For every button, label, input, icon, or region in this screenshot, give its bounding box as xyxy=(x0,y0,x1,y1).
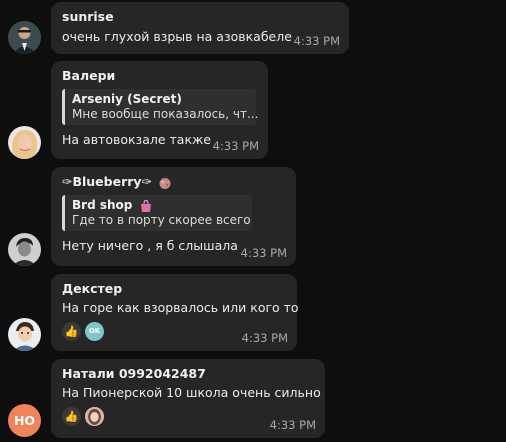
avatar-photo-icon xyxy=(8,21,41,54)
reply-author-row: Brd shop xyxy=(72,198,244,213)
message-bubble[interactable]: Декстер На горе как взорвалось или кого … xyxy=(51,274,299,351)
reply-author: Brd shop xyxy=(72,198,133,212)
reply-author: Arseniy (Secret) xyxy=(72,92,182,106)
face-reaction[interactable] xyxy=(85,407,104,426)
message-bubble[interactable]: ✑Blueberry✑ Brd shop Где то в порту скор… xyxy=(51,167,296,266)
thumbs-up-reaction[interactable]: 👍 xyxy=(62,322,81,341)
avatar-reaction-icon xyxy=(85,407,104,426)
message-time: 4:33 PM xyxy=(293,34,340,48)
message-bubble[interactable]: sunrise очень глухой взрыв на азовкабеле… xyxy=(51,2,349,54)
message-bubble[interactable]: Натали 0992042487 На Пионерской 10 школа… xyxy=(51,359,325,438)
message-text: На горе как взорвалось или кого то xyxy=(62,300,299,315)
ok-reaction[interactable]: OK xyxy=(85,322,104,341)
avatar[interactable] xyxy=(8,21,41,54)
avatar[interactable] xyxy=(8,126,41,159)
message-time: 4:33 PM xyxy=(241,331,288,345)
message-time: 4:33 PM xyxy=(240,246,287,260)
avatar-photo-icon xyxy=(8,126,41,159)
blueberry-emoji-icon xyxy=(159,177,171,189)
shopping-bag-icon xyxy=(140,199,151,212)
reply-quote[interactable]: Brd shop Где то в порту скорее всего xyxy=(62,195,252,231)
message-bubble[interactable]: Валери Arseniy (Secret) Мне вообще показ… xyxy=(51,61,268,159)
avatar[interactable]: НО xyxy=(8,404,41,437)
message-time: 4:33 PM xyxy=(212,139,259,153)
sender-name[interactable]: Валери xyxy=(62,68,258,84)
avatar-photo-icon xyxy=(8,318,41,351)
reply-quote[interactable]: Arseniy (Secret) Мне вообще показалось, … xyxy=(62,89,259,125)
avatar-photo-icon xyxy=(8,233,41,266)
sender-name: ✑Blueberry✑ xyxy=(62,174,153,189)
reply-text: Мне вообще показалось, чт... xyxy=(72,107,259,121)
message-text: На Пионерской 10 школа очень сильно xyxy=(62,385,321,400)
avatar[interactable] xyxy=(8,233,41,266)
sender-name[interactable]: sunrise xyxy=(62,9,339,25)
message-time: 4:33 PM xyxy=(269,418,316,432)
sender-name[interactable]: Декстер xyxy=(62,281,287,297)
sender-name-row[interactable]: ✑Blueberry✑ xyxy=(62,174,286,190)
sender-name[interactable]: Натали 0992042487 xyxy=(62,366,315,382)
avatar-initials: НО xyxy=(13,413,36,428)
thumbs-up-reaction[interactable]: 👍 xyxy=(62,407,81,426)
avatar[interactable] xyxy=(8,318,41,351)
reply-text: Где то в порту скорее всего xyxy=(72,213,251,227)
